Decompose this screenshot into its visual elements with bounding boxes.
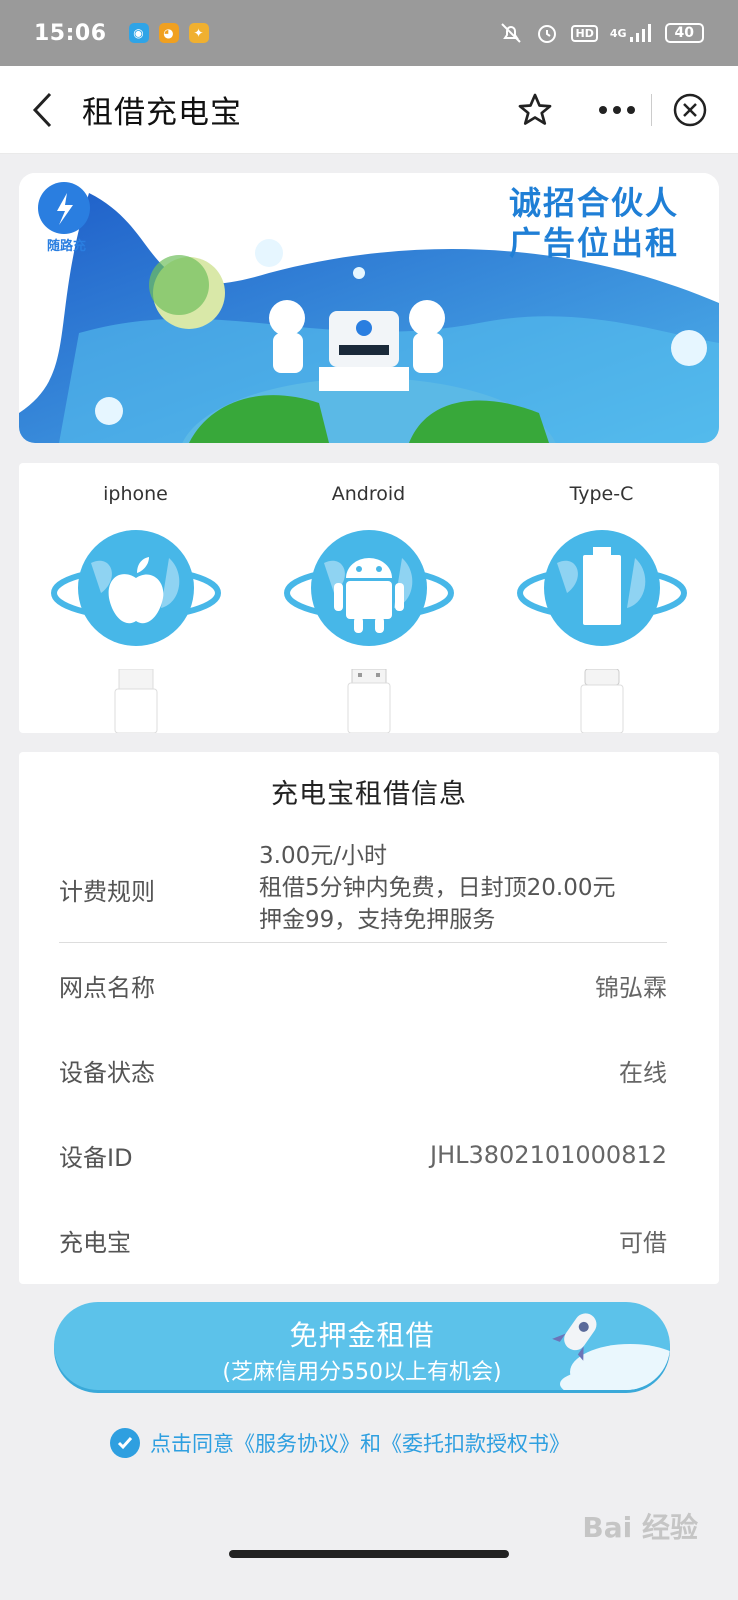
- info-row-powerbank: 充电宝 可借: [59, 1220, 667, 1260]
- network-type: 4G: [609, 26, 627, 40]
- fee-rule-label: 计费规则: [59, 878, 155, 906]
- cable-item-android[interactable]: Android: [252, 463, 485, 733]
- info-label: 网点名称: [59, 973, 155, 1002]
- more-icon: [599, 105, 635, 114]
- signal-icon: 4G: [610, 23, 653, 43]
- back-button[interactable]: [8, 66, 78, 154]
- banner-brand: 随路充: [47, 239, 87, 254]
- rent-button-label: 免押金租借: [289, 1319, 435, 1352]
- info-label: 充电宝: [59, 1228, 131, 1257]
- status-right: HD 4G 40: [499, 21, 704, 45]
- chevron-left-icon: [32, 92, 52, 127]
- favorite-button[interactable]: [517, 92, 553, 128]
- fee-line: 租借5分钟内免费，日封顶20.00元: [259, 875, 616, 901]
- nav-divider: [651, 93, 652, 126]
- rent-button-sublabel: (芝麻信用分550以上有机会): [222, 1360, 502, 1385]
- close-button[interactable]: [672, 92, 708, 128]
- star-icon: [518, 93, 552, 125]
- apple-icon: [50, 530, 221, 646]
- info-label: 设备ID: [59, 1143, 133, 1172]
- checkbox-checked-icon[interactable]: [110, 1428, 140, 1458]
- info-value: 锦弘霖: [595, 973, 667, 1002]
- fee-line: 押金99，支持免押服务: [259, 907, 496, 933]
- banner-line-2: 广告位出租: [508, 224, 679, 262]
- type-c-plug-icon: [580, 669, 623, 733]
- weibo-icon: ◕: [158, 23, 179, 43]
- battery-icon: [516, 530, 687, 646]
- info-value: 在线: [619, 1058, 667, 1087]
- app-notification-icon: ✦: [188, 23, 209, 43]
- cable-item-iphone[interactable]: iphone: [19, 463, 252, 733]
- agreement-text[interactable]: 点击同意《服务协议》和《委托扣款授权书》: [150, 1428, 570, 1458]
- fee-rule-value: 3.00元/小时 租借5分钟内免费，日封顶20.00元 押金99，支持免押服务: [259, 840, 615, 936]
- battery-icon: 40: [664, 23, 704, 43]
- mute-icon: [499, 21, 523, 45]
- nav-actions: [517, 92, 708, 128]
- info-row-device-id: 设备ID JHL3802101000812: [59, 1135, 667, 1175]
- micro-usb-plug-icon: [347, 669, 390, 733]
- baidu-watermark: Bai 经验: [582, 1511, 698, 1544]
- info-row-station: 网点名称 锦弘霖: [59, 965, 667, 1005]
- info-value: 可借: [619, 1228, 667, 1257]
- info-value: JHL3802101000812: [430, 1141, 667, 1169]
- ad-banner[interactable]: 随路充 诚招合伙人 广告位出租: [19, 173, 719, 443]
- cable-label: Type-C: [569, 483, 634, 505]
- info-title: 充电宝租借信息: [271, 779, 467, 810]
- page-title: 租借充电宝: [82, 95, 242, 131]
- hd-icon: HD: [571, 24, 598, 42]
- alarm-icon: [535, 21, 559, 45]
- rental-info-card: 充电宝租借信息 计费规则 3.00元/小时 租借5分钟内免费，日封顶20.00元…: [19, 752, 719, 1284]
- cable-label: Android: [331, 483, 406, 505]
- cable-type-card: iphone Android Type-C: [19, 463, 719, 733]
- cable-item-type-c[interactable]: Type-C: [485, 463, 718, 733]
- divider: [59, 942, 667, 943]
- status-time: 15:06: [34, 20, 107, 46]
- agreement-row[interactable]: 点击同意《服务协议》和《委托扣款授权书》: [110, 1428, 570, 1458]
- info-label: 设备状态: [59, 1058, 155, 1087]
- fee-line: 3.00元/小时: [259, 843, 387, 869]
- nav-bar: 租借充电宝: [0, 66, 738, 154]
- close-circle-icon: [673, 93, 707, 126]
- banner-line-1: 诚招合伙人: [508, 184, 679, 222]
- banner-headline: 诚招合伙人 广告位出租: [509, 183, 679, 263]
- android-icon: [283, 530, 454, 646]
- lightning-plug-icon: [114, 669, 157, 733]
- home-indicator[interactable]: [229, 1550, 509, 1558]
- more-button[interactable]: [597, 104, 637, 116]
- info-row-device-status: 设备状态 在线: [59, 1050, 667, 1090]
- deposit-free-rent-button[interactable]: 免押金租借 (芝麻信用分550以上有机会): [54, 1302, 670, 1390]
- status-app-icons: ◉ ◕ ✦: [128, 23, 209, 43]
- app-notification-icon: ◉: [128, 23, 149, 43]
- cable-label: iphone: [103, 483, 168, 505]
- status-bar: 15:06 ◉ ◕ ✦ HD 4G 40: [0, 0, 738, 66]
